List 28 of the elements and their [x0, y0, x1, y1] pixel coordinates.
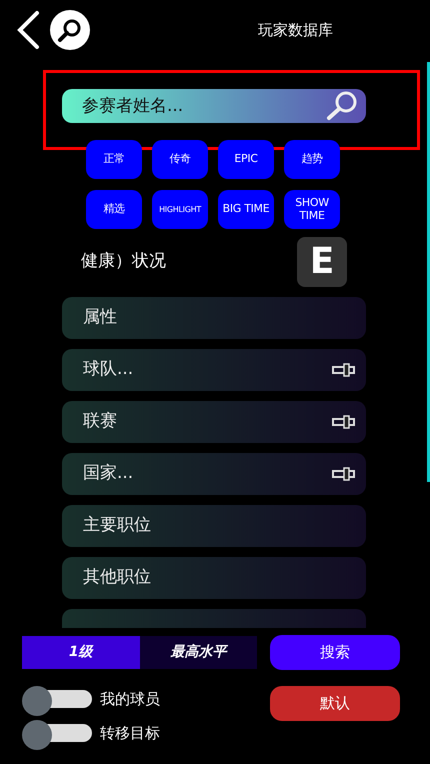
toggle-label: 我的球员 — [100, 688, 160, 710]
search-field[interactable]: 参赛者姓名... — [62, 89, 366, 123]
filter-row[interactable]: 其他职位 — [62, 557, 366, 599]
filter-row[interactable]: 球队... — [62, 349, 366, 391]
filter-row[interactable]: 属性 — [62, 297, 366, 339]
filter-chip[interactable]: HIGHLIGHT — [152, 190, 208, 229]
search-button[interactable] — [50, 10, 90, 50]
toggle-label: 转移目标 — [100, 722, 160, 744]
health-label: 健康）状况 — [81, 250, 166, 274]
filter-chip[interactable]: 传奇 — [152, 140, 208, 179]
filter-row[interactable]: 联赛 — [62, 401, 366, 443]
filter-chip[interactable]: 趋势 — [284, 140, 340, 179]
filter-chip[interactable]: SHOW TIME — [284, 190, 340, 229]
default-button[interactable]: 默认 — [270, 686, 400, 721]
search-icon — [326, 90, 358, 122]
filter-chip[interactable]: BIG TIME — [218, 190, 274, 229]
level-tab[interactable]: 1级 — [22, 636, 140, 669]
search-icon — [57, 17, 83, 43]
filter-chip[interactable]: EPIC — [218, 140, 274, 179]
filter-chip[interactable]: 正常 — [86, 140, 142, 179]
filter-row[interactable]: 国家... — [62, 453, 366, 495]
page-title: 玩家数据库 — [258, 20, 333, 41]
rating-badge[interactable]: E — [297, 237, 347, 287]
scrollbar[interactable] — [427, 62, 430, 482]
filter-chip[interactable]: 精选 — [86, 190, 142, 229]
search-button[interactable]: 搜索 — [270, 635, 400, 670]
filter-row[interactable]: 主要职位 — [62, 505, 366, 547]
level-tab[interactable]: 最高水平 — [140, 636, 257, 669]
